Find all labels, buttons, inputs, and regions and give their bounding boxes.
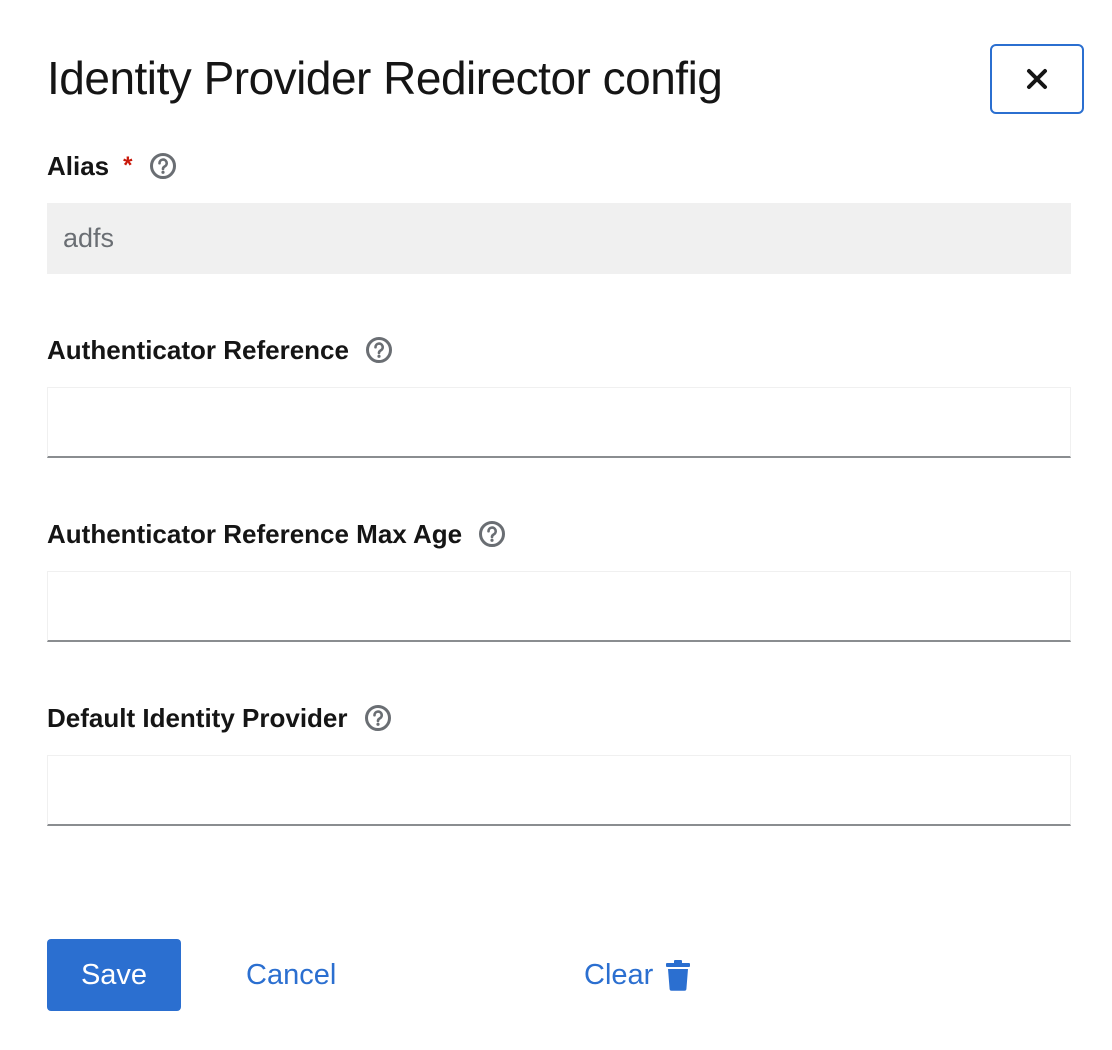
auth-ref-input[interactable] bbox=[47, 387, 1071, 458]
required-asterisk: * bbox=[123, 152, 133, 179]
trash-icon bbox=[665, 959, 691, 991]
default-idp-label-row: Default Identity Provider bbox=[47, 702, 392, 734]
save-button[interactable]: Save bbox=[47, 939, 181, 1011]
modal-title: Identity Provider Redirector config bbox=[47, 52, 723, 104]
cancel-button[interactable]: Cancel bbox=[246, 954, 336, 996]
clear-label: Clear bbox=[584, 959, 654, 991]
auth-ref-max-age-label: Authenticator Reference Max Age bbox=[47, 519, 463, 549]
clear-button[interactable]: Clear bbox=[584, 954, 691, 996]
help-circle-icon[interactable] bbox=[149, 152, 177, 180]
alias-label: Alias bbox=[47, 151, 110, 181]
alias-label-row: Alias * bbox=[47, 150, 177, 182]
auth-ref-max-age-label-row: Authenticator Reference Max Age bbox=[47, 518, 506, 550]
close-button[interactable] bbox=[990, 44, 1084, 114]
default-idp-label: Default Identity Provider bbox=[47, 703, 348, 733]
auth-ref-label-row: Authenticator Reference bbox=[47, 334, 393, 366]
default-idp-input[interactable] bbox=[47, 755, 1071, 826]
help-circle-icon[interactable] bbox=[364, 704, 392, 732]
auth-ref-label: Authenticator Reference bbox=[47, 335, 349, 365]
alias-input[interactable] bbox=[47, 203, 1071, 274]
help-circle-icon[interactable] bbox=[365, 336, 393, 364]
close-icon bbox=[1026, 68, 1048, 90]
auth-ref-max-age-input[interactable] bbox=[47, 571, 1071, 642]
help-circle-icon[interactable] bbox=[478, 520, 506, 548]
